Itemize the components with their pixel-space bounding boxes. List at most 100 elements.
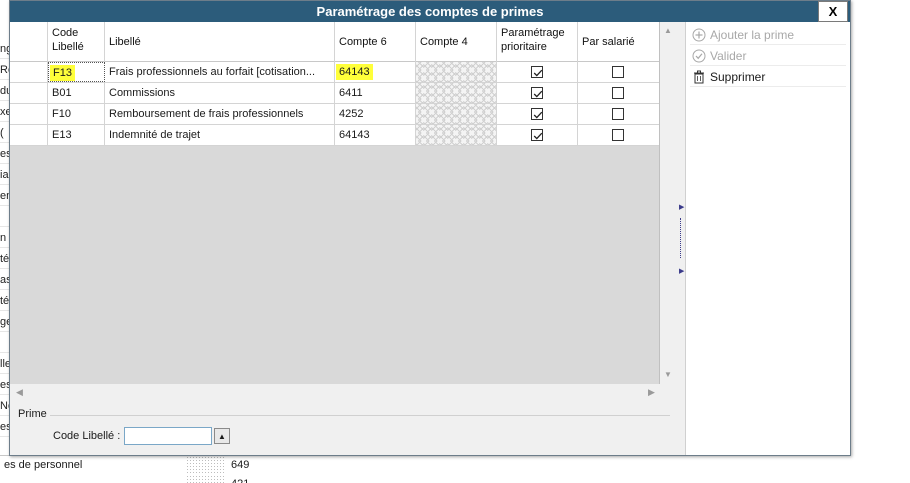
- grid-horizontal-scrollbar[interactable]: ◀ ▶: [10, 384, 676, 401]
- splitter-arrow-icon: ▶: [679, 204, 685, 211]
- cell-salarie: [578, 104, 659, 124]
- cell-libelle-text: Remboursement de frais professionnels: [109, 108, 304, 120]
- salarie-checkbox[interactable]: [612, 129, 624, 141]
- code-libelle-dropdown-button[interactable]: ▲: [214, 428, 230, 444]
- column-header-compte6[interactable]: Compte 6: [335, 22, 416, 62]
- cell-compte4[interactable]: [416, 83, 497, 103]
- add-prime-button[interactable]: Ajouter la prime: [690, 25, 846, 45]
- prime-group-divider: [50, 415, 670, 416]
- cell-libelle[interactable]: Remboursement de frais professionnels: [105, 104, 335, 124]
- validate-label: Valider: [710, 49, 747, 63]
- salarie-checkbox[interactable]: [612, 87, 624, 99]
- prioritaire-checkbox[interactable]: [531, 129, 543, 141]
- prioritaire-checkbox[interactable]: [531, 87, 543, 99]
- background-row: es de personnel 649: [0, 456, 308, 474]
- cell-prioritaire: [497, 104, 578, 124]
- salarie-checkbox[interactable]: [612, 108, 624, 120]
- cell-salarie: [578, 125, 659, 145]
- primes-grid: Code Libellé Libellé Compte 6 Compte 4 P…: [10, 22, 660, 384]
- cell-code[interactable]: B01: [48, 83, 105, 103]
- close-button[interactable]: X: [818, 1, 848, 22]
- cell-prioritaire: [497, 125, 578, 145]
- row-header[interactable]: [10, 83, 48, 103]
- column-header-salarie[interactable]: Par salarié: [578, 22, 659, 62]
- cell-compte6[interactable]: 4252: [335, 104, 416, 124]
- cell-prioritaire: [497, 62, 578, 82]
- trash-icon: [694, 70, 704, 84]
- splitter-arrow-icon: ▶: [679, 268, 685, 275]
- background-row: 421: [0, 475, 308, 483]
- cell-libelle-text: Commissions: [109, 87, 176, 99]
- salarie-checkbox[interactable]: [612, 66, 624, 78]
- cell-salarie: [578, 62, 659, 82]
- background-row-value: 421: [231, 475, 249, 483]
- background-row-label: es de personnel: [4, 459, 83, 471]
- cell-libelle[interactable]: Indemnité de trajet: [105, 125, 335, 145]
- check-circle-icon: [692, 49, 706, 63]
- cell-libelle[interactable]: Frais professionnels au forfait [cotisat…: [105, 62, 335, 82]
- scroll-left-icon[interactable]: ◀: [16, 387, 23, 398]
- cell-code[interactable]: F13: [48, 62, 105, 82]
- column-header-prioritaire[interactable]: Paramétrage prioritaire: [497, 22, 578, 62]
- cell-code-text: F10: [52, 108, 71, 120]
- column-header-libelle[interactable]: Libellé: [105, 22, 335, 62]
- cell-prioritaire: [497, 83, 578, 103]
- background-hatch-cell: [186, 475, 226, 483]
- row-header[interactable]: [10, 62, 48, 82]
- panel-splitter[interactable]: ▶ ▶: [676, 22, 685, 455]
- table-row[interactable]: F13 Frais professionnels au forfait [coti…: [10, 62, 659, 83]
- delete-button[interactable]: Supprimer: [690, 67, 846, 87]
- prioritaire-checkbox[interactable]: [531, 66, 543, 78]
- cell-compte4[interactable]: [416, 104, 497, 124]
- splitter-grip: [680, 218, 681, 258]
- actions-panel: Ajouter la prime Valider Supprimer: [685, 22, 850, 455]
- cell-compte6-text: 4252: [339, 108, 364, 120]
- cell-libelle[interactable]: Commissions: [105, 83, 335, 103]
- column-header-code[interactable]: Code Libellé: [48, 22, 105, 62]
- cell-compte6-text: 64143: [336, 64, 373, 80]
- background-hatch-cell: [186, 456, 226, 474]
- primes-accounts-dialog: Paramétrage des comptes de primes X Code…: [9, 0, 851, 456]
- cell-code-text: F13: [50, 65, 75, 81]
- cell-code-text: E13: [52, 129, 72, 141]
- code-libelle-label: Code Libellé :: [53, 430, 121, 442]
- code-libelle-input[interactable]: [124, 427, 212, 445]
- cell-libelle-text: Indemnité de trajet: [109, 129, 201, 141]
- dialog-title-bar[interactable]: Paramétrage des comptes de primes: [10, 1, 850, 22]
- row-header[interactable]: [10, 104, 48, 124]
- scroll-down-icon[interactable]: ▼: [664, 370, 672, 379]
- column-header-compte4[interactable]: Compte 4: [416, 22, 497, 62]
- prime-groupbox: Prime Code Libellé : ▲: [10, 401, 676, 455]
- grid-header-rowhead: [10, 22, 48, 62]
- cell-code-text: B01: [52, 87, 72, 99]
- grid-header: Code Libellé Libellé Compte 6 Compte 4 P…: [10, 22, 659, 62]
- plus-circle-icon: [692, 28, 706, 42]
- table-row[interactable]: B01 Commissions 6411: [10, 83, 659, 104]
- delete-label: Supprimer: [710, 70, 766, 84]
- cell-compte6-text: 6411: [339, 87, 363, 99]
- scroll-right-icon[interactable]: ▶: [648, 387, 655, 398]
- table-row[interactable]: F10 Remboursement de frais professionnels…: [10, 104, 659, 125]
- triangle-up-icon: ▲: [218, 432, 226, 441]
- row-header[interactable]: [10, 125, 48, 145]
- cell-compte6-text: 64143: [339, 129, 370, 141]
- cell-compte4[interactable]: [416, 62, 497, 82]
- add-prime-label: Ajouter la prime: [710, 28, 795, 42]
- cell-compte6[interactable]: 64143: [335, 125, 416, 145]
- scroll-up-icon[interactable]: ▲: [664, 26, 672, 35]
- cell-code[interactable]: E13: [48, 125, 105, 145]
- cell-libelle-text: Frais professionnels au forfait [cotisat…: [109, 66, 316, 78]
- cell-salarie: [578, 83, 659, 103]
- validate-button[interactable]: Valider: [690, 46, 846, 66]
- cell-compte6[interactable]: 6411: [335, 83, 416, 103]
- table-row[interactable]: E13 Indemnité de trajet 64143: [10, 125, 659, 146]
- cell-compte6[interactable]: 64143: [335, 62, 416, 82]
- background-bottom-table: es de personnel 649 421: [0, 455, 308, 483]
- prime-group-title: Prime: [18, 408, 47, 420]
- background-row-value: 649: [231, 459, 250, 471]
- dialog-title: Paramétrage des comptes de primes: [316, 4, 544, 19]
- prioritaire-checkbox[interactable]: [531, 108, 543, 120]
- cell-code[interactable]: F10: [48, 104, 105, 124]
- cell-compte4[interactable]: [416, 125, 497, 145]
- grid-vertical-scrollbar[interactable]: ▲ ▼: [660, 22, 676, 384]
